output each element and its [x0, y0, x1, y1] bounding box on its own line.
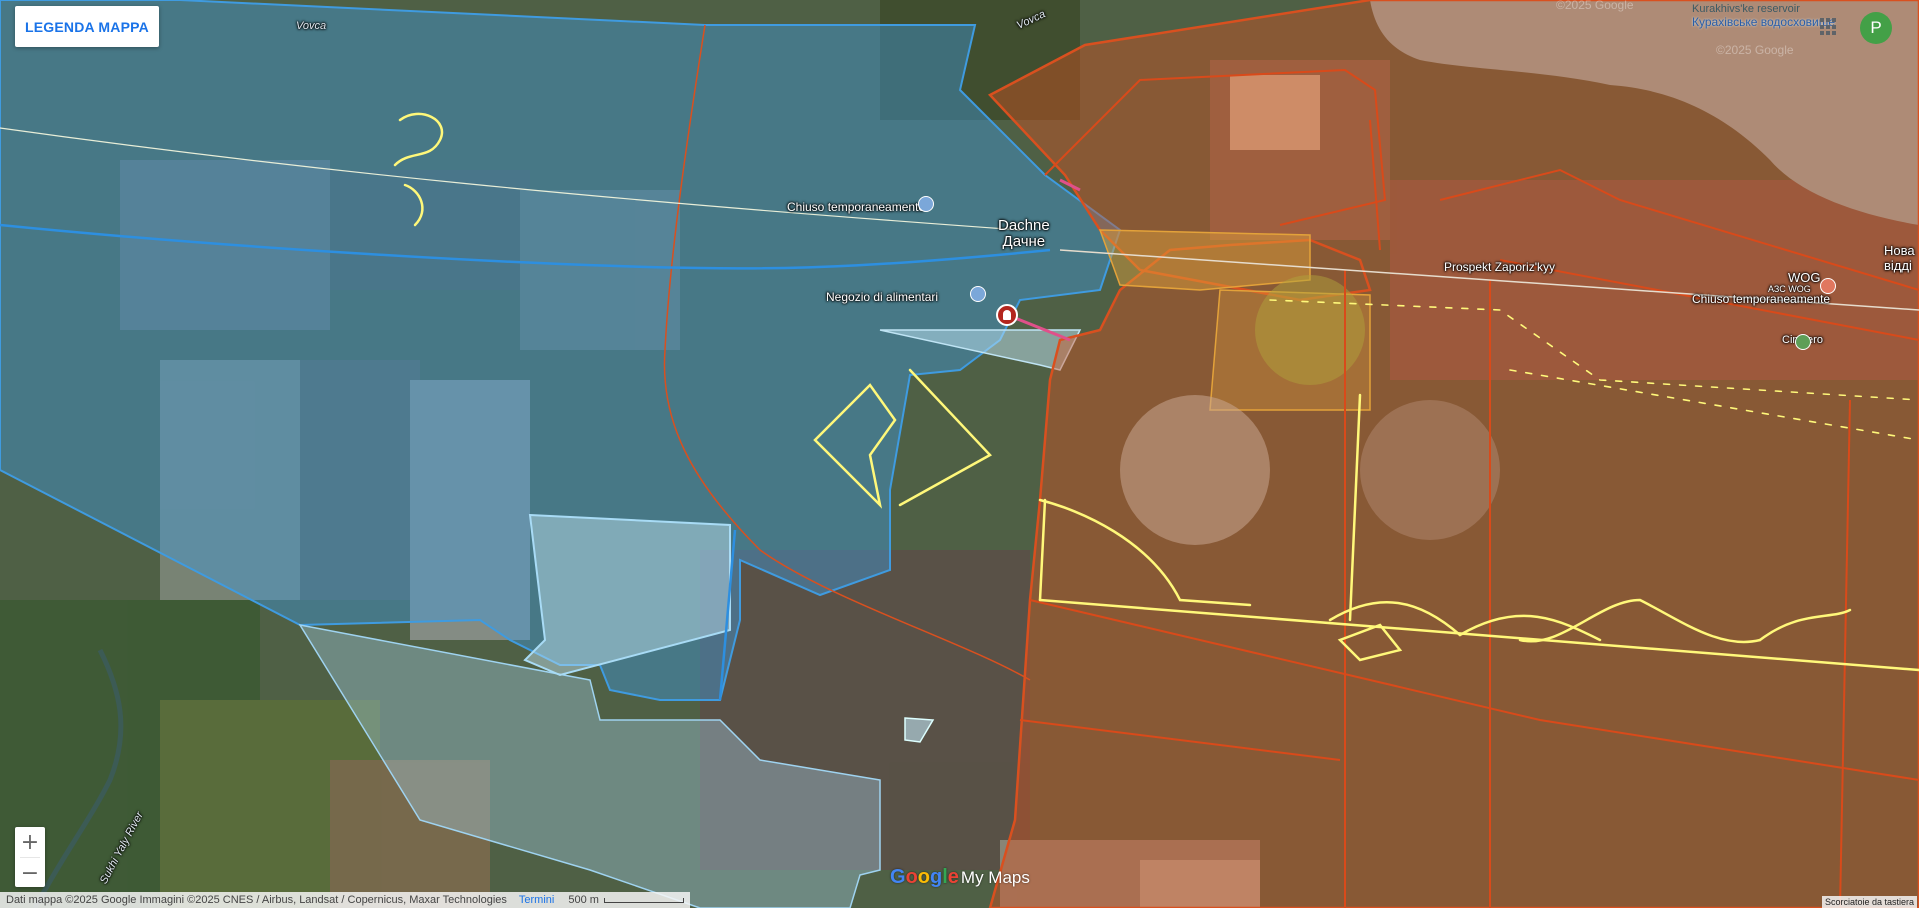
- map-label-grocery[interactable]: Negozio di alimentari: [826, 290, 938, 304]
- map-label-viddi: відді: [1884, 258, 1912, 273]
- map-label-closed-2[interactable]: Chiuso temporaneamente: [1692, 292, 1830, 306]
- dachne-latin: Dachne: [998, 217, 1050, 234]
- zoom-in-icon[interactable]: +: [15, 827, 45, 857]
- map-label-wog-small: АЗС WOG: [1768, 284, 1811, 294]
- poi-icon[interactable]: [1795, 334, 1811, 350]
- map-watermark-2: ©2025 Google: [1716, 43, 1794, 57]
- apps-grid-icon[interactable]: [1820, 18, 1838, 36]
- map-footer: Dati mappa ©2025 Google Immagini ©2025 C…: [0, 892, 690, 908]
- map-label-vovca: Vovca: [296, 20, 327, 32]
- map-label-wog[interactable]: WOG: [1788, 270, 1821, 285]
- map-watermark: ©2025 Google: [1556, 0, 1634, 12]
- avatar[interactable]: P: [1860, 12, 1892, 44]
- map-label-dachne: Dachne Дачне: [998, 218, 1050, 250]
- poi-icon[interactable]: [970, 286, 986, 302]
- scale-bar: [603, 897, 684, 903]
- poi-icon[interactable]: [918, 196, 934, 212]
- zoom-out-icon[interactable]: −: [15, 858, 45, 888]
- keyboard-shortcuts-link[interactable]: Scorciatoie da tastiera: [1821, 896, 1917, 908]
- legend-button[interactable]: LEGENDA MAPPA: [15, 6, 159, 47]
- scale-indicator[interactable]: 500 m: [568, 894, 684, 906]
- map-label-prospekt: Prospekt Zaporiz'kyy: [1444, 260, 1555, 274]
- terms-link[interactable]: Termini: [519, 894, 554, 906]
- attribution-text: Dati mappa ©2025 Google Immagini ©2025 C…: [6, 894, 507, 906]
- scale-label: 500 m: [568, 894, 599, 906]
- map-label-reservoir-en: Kurakhivs'ke reservoir: [1692, 3, 1800, 15]
- dachne-cyrillic: Дачне: [1002, 233, 1046, 250]
- zoom-controls: + −: [15, 827, 45, 887]
- map-label-nova: Нова: [1884, 243, 1915, 258]
- satellite-map[interactable]: [0, 0, 1919, 908]
- map-label-closed-1[interactable]: Chiuso temporaneamente: [787, 200, 925, 214]
- google-my-maps-logo: Google My Maps: [890, 866, 1030, 888]
- mymaps-text: My Maps: [960, 868, 1030, 887]
- poi-icon[interactable]: [1820, 278, 1836, 294]
- position-pin-icon[interactable]: [996, 304, 1018, 326]
- map-label-reservoir-uk: Курахівське водосховище: [1692, 15, 1836, 29]
